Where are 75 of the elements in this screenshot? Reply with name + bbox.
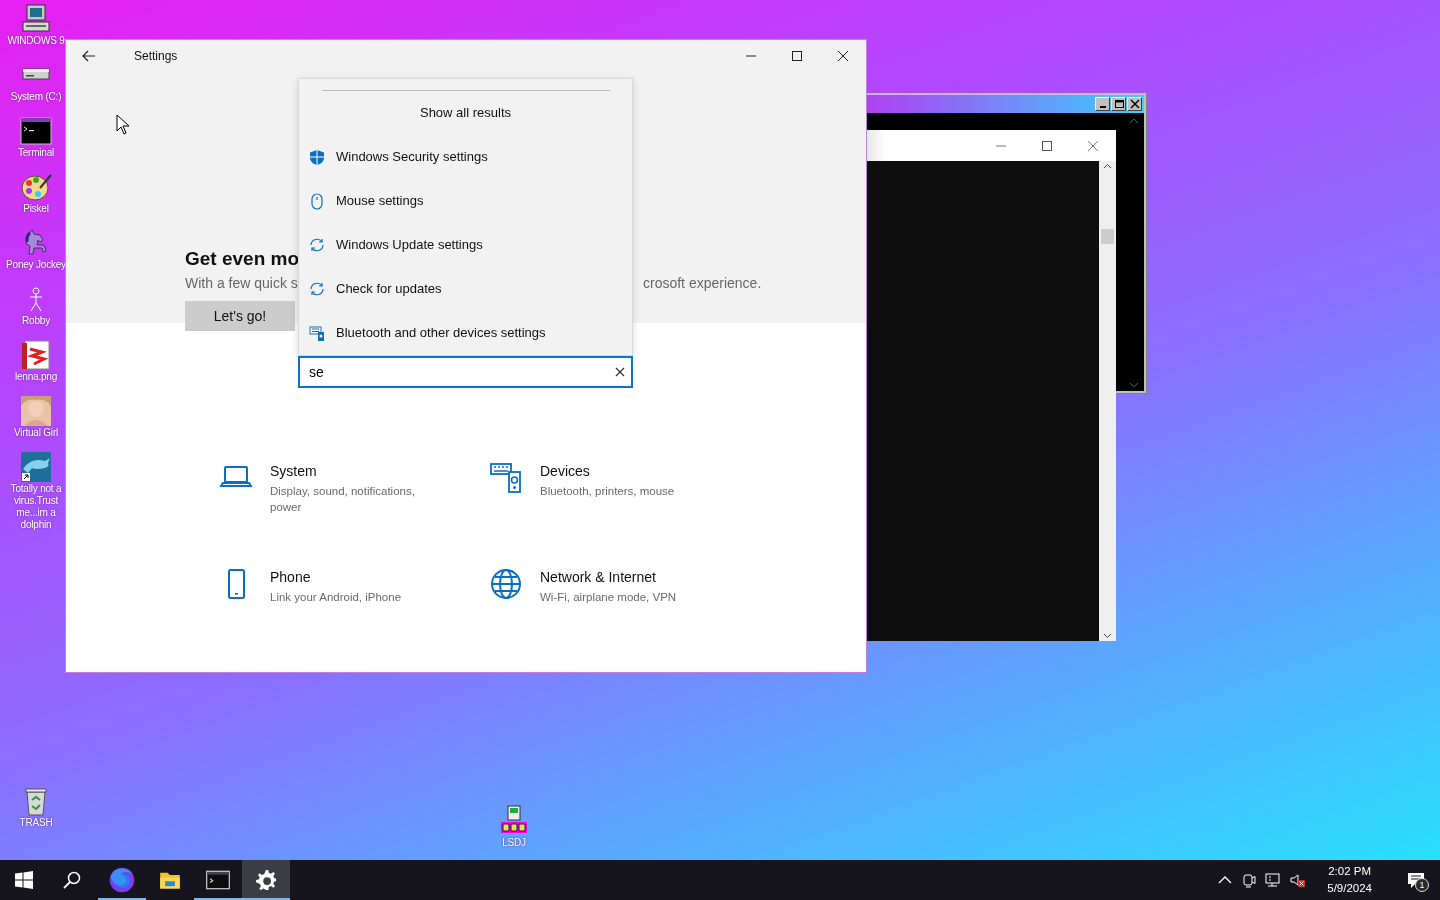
close-icon [1088, 141, 1098, 151]
mouse-cursor-icon [116, 114, 130, 135]
search-result[interactable]: Mouse settings [299, 179, 632, 223]
banner-heading: Get even mo [185, 247, 301, 271]
close-button[interactable] [1127, 97, 1142, 111]
show-all-results-link[interactable]: Show all results [299, 91, 632, 135]
scroll-down-icon [1129, 381, 1139, 389]
muted-speaker-icon [1289, 872, 1306, 888]
category-description: Link your Android, iPhone [270, 590, 403, 605]
search-result[interactable]: Check for updates [299, 267, 632, 311]
category-title[interactable]: Phone [270, 568, 440, 586]
scroll-up-icon [1103, 163, 1112, 169]
icon-label[interactable]: Robby [4, 315, 68, 327]
lets-go-button[interactable]: Let's go! [185, 301, 295, 331]
image-file-icon[interactable] [20, 339, 52, 371]
icon-label[interactable]: Totally not a virus.Trust me...im a dolphin [4, 483, 68, 531]
back-arrow-icon [82, 50, 96, 62]
clock-time: 2:02 PM [1328, 864, 1372, 879]
terminal-icon [206, 868, 230, 892]
keyboard-speaker-icon[interactable] [490, 462, 522, 494]
category-title[interactable]: System [270, 462, 440, 480]
globe-icon[interactable] [490, 568, 522, 600]
sync-icon [309, 236, 325, 254]
sync-icon [309, 280, 325, 298]
category-description: Wi-Fi, airplane mode, VPN [540, 590, 678, 605]
icon-label[interactable]: Terminal [4, 147, 68, 159]
dolphin-icon[interactable] [20, 451, 52, 483]
terminal-icon[interactable] [20, 115, 52, 147]
icon-label[interactable]: lenna.png [4, 371, 68, 383]
icon-label[interactable]: Virtual Girl [4, 427, 68, 439]
banner-text: crosoft experience. [643, 274, 762, 293]
clear-button[interactable] [613, 365, 627, 379]
window-title: Settings [134, 48, 178, 65]
network-icon [1265, 872, 1282, 888]
minimize-button[interactable] [1095, 97, 1110, 111]
notification-count: 1 [1415, 878, 1429, 892]
gear-icon [256, 870, 276, 890]
icon-label[interactable]: Piskel [4, 203, 68, 215]
maximize-button[interactable] [1111, 97, 1126, 111]
webcam-icon [1241, 872, 1258, 888]
person-icon[interactable] [20, 395, 52, 427]
minimize-icon [1099, 106, 1106, 108]
maximize-icon [1042, 141, 1052, 151]
category-description: Bluetooth, printers, mouse [540, 484, 676, 499]
close-icon [838, 51, 848, 61]
search-icon [63, 871, 81, 889]
scrollbar[interactable] [1099, 161, 1116, 641]
search-result[interactable]: Windows Security settings [299, 135, 632, 179]
keyboard-speaker-icon [309, 324, 325, 342]
search-result[interactable]: Windows Update settings [299, 223, 632, 267]
maximize-icon [1113, 99, 1124, 109]
icon-label[interactable]: Poney Jockey [4, 259, 68, 271]
close-icon [1129, 99, 1140, 109]
flame-globe-icon [109, 867, 135, 893]
category-title[interactable]: Network & Internet [540, 568, 710, 586]
windows-logo-icon [15, 871, 33, 889]
scroll-down-icon [1103, 633, 1112, 639]
maximize-icon [792, 51, 802, 61]
settings-button[interactable] [242, 860, 290, 900]
shield-icon [309, 148, 325, 166]
clock-button[interactable]: 2:02 PM 5/9/2024 [1321, 862, 1378, 898]
mouse-icon [309, 192, 325, 210]
scroll-up-icon [1129, 117, 1139, 125]
icon-label[interactable]: WINDOWS 9 [4, 35, 68, 47]
search-result[interactable]: Bluetooth and other devices settings [299, 311, 632, 355]
icon-label[interactable]: System (C:) [4, 91, 68, 103]
computer-icon[interactable] [20, 3, 52, 35]
notifications-button[interactable]: 1 [1392, 860, 1440, 900]
clock-date: 5/9/2024 [1327, 881, 1372, 896]
scrollbar-thumb[interactable] [1101, 229, 1114, 244]
close-icon [613, 365, 627, 379]
banner-text: With a few quick s [185, 274, 298, 293]
search-field[interactable]: se [298, 356, 633, 388]
category-title[interactable]: Devices [540, 462, 710, 480]
category-description: Display, sound, notifications, power [270, 484, 416, 515]
